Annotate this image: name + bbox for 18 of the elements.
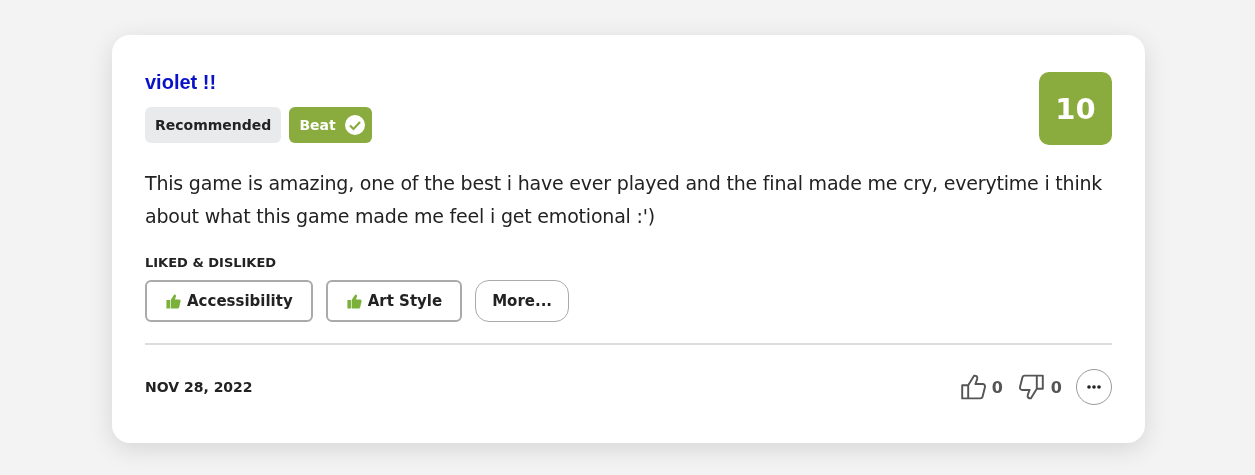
review-text: This game is amazing, one of the best i have ever played and the final made me cry, everytime i think about what this game made me feel i get emotional :') bbox=[145, 171, 1104, 229]
score-badge: 10 bbox=[1039, 72, 1112, 145]
tag-button[interactable]: Accessibility bbox=[145, 280, 313, 322]
thumbs-down-icon bbox=[1016, 372, 1047, 402]
check-icon bbox=[343, 114, 366, 136]
ellipsis-icon bbox=[1087, 385, 1101, 389]
thumbs-up-icon bbox=[345, 292, 363, 310]
tag-button[interactable]: Art Style bbox=[325, 280, 463, 322]
status-badge: Recommended bbox=[145, 107, 282, 143]
review-date: NOV 28, 2022 bbox=[145, 379, 253, 395]
more-button[interactable]: More... bbox=[475, 280, 570, 322]
status-badge: Beat bbox=[289, 107, 372, 143]
like-button[interactable]: 0 bbox=[957, 372, 1003, 402]
section-title: LIKED & DISLIKED bbox=[145, 255, 278, 270]
author-name[interactable]: violet !! bbox=[145, 71, 372, 94]
dislike-button[interactable]: 0 bbox=[1016, 372, 1062, 402]
thumbs-up-icon bbox=[165, 292, 182, 310]
more-options-button[interactable] bbox=[1076, 369, 1112, 405]
